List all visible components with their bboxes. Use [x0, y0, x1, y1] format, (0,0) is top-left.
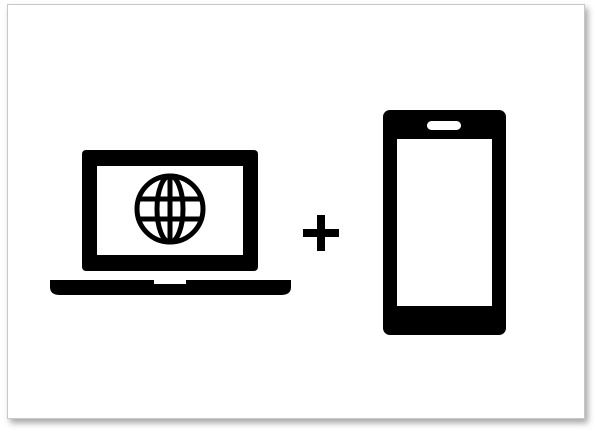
laptop-notch: [154, 280, 186, 284]
phone-speaker: [427, 121, 461, 130]
plus-icon: [303, 215, 339, 251]
device-illustration: [50, 110, 506, 335]
smartphone-icon: [383, 110, 506, 335]
laptop-icon: [50, 150, 291, 295]
phone-screen: [397, 139, 492, 306]
